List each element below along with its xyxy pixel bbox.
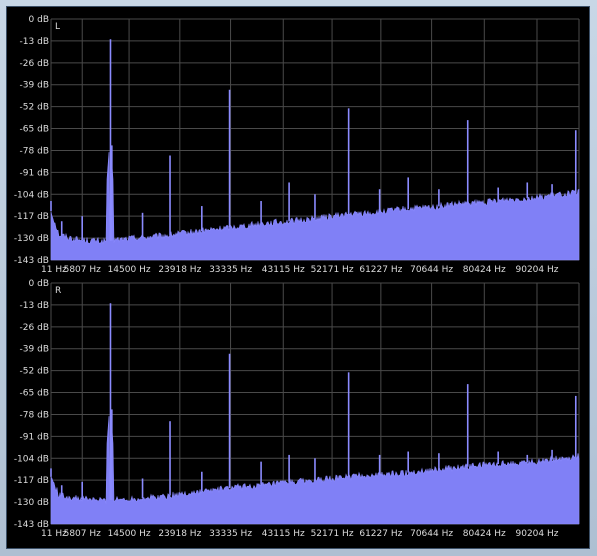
y-tick-label: -117 dB [14,212,49,222]
y-tick-label: -91 dB [20,168,49,178]
y-tick-label: 0 dB [29,279,49,289]
x-tick-label: 43115 Hz [262,529,305,539]
y-tick-label: -13 dB [20,37,49,47]
y-tick-label: -78 dB [20,146,49,156]
channel-label: R [55,286,61,296]
y-tick-label: -39 dB [20,345,49,355]
x-tick-label: 23918 Hz [158,529,201,539]
x-tick-label: 61227 Hz [359,529,402,539]
x-tick-label: 70644 Hz [410,529,453,539]
y-tick-label: -65 dB [20,389,49,399]
y-tick-label: 0 dB [29,15,49,25]
y-tick-label: -117 dB [14,476,49,486]
spectrum-chart-left: 0 dB -13 dB -26 dB -39 dB -52 dB -65 dB -78 dB… [14,15,580,275]
x-tick-label: 80424 Hz [463,529,506,539]
spectrum-plot-left: 0 dB -13 dB -26 dB -39 dB -52 dB -65 dB -78 dB… [7,7,591,277]
y-tick-label: -52 dB [20,367,49,377]
y-tick-label: -130 dB [14,498,49,508]
spectrum-analyzer-window: 0 dB -13 dB -26 dB -39 dB -52 dB -65 dB -78 dB… [0,0,597,556]
spectrum-display: 0 dB -13 dB -26 dB -39 dB -52 dB -65 dB -78 dB… [6,6,590,549]
spectrum-chart-right: 0 dB -13 dB -26 dB -39 dB -52 dB -65 dB -78 dB… [14,279,580,539]
x-tick-label: 52171 Hz [311,529,354,539]
y-tick-label: -78 dB [20,410,49,420]
x-tick-label: 90204 Hz [516,529,559,539]
x-tick-label: 14500 Hz [108,529,151,539]
y-tick-label: -13 dB [20,301,49,311]
y-tick-label: -26 dB [20,323,49,333]
y-tick-label: -39 dB [20,81,49,91]
y-tick-label: -26 dB [20,59,49,69]
y-tick-label: -91 dB [20,432,49,442]
x-tick-label: 5807 Hz [64,529,102,539]
y-tick-label: -104 dB [14,190,49,200]
y-tick-label: -52 dB [20,103,49,113]
x-tick-label: 33335 Hz [209,529,252,539]
y-tick-label: -130 dB [14,234,49,244]
spectrum-plot-right: 0 dB -13 dB -26 dB -39 dB -52 dB -65 dB -78 dB… [7,271,591,541]
channel-label: L [55,22,60,32]
y-tick-label: -65 dB [20,125,49,135]
y-tick-label: -104 dB [14,454,49,464]
